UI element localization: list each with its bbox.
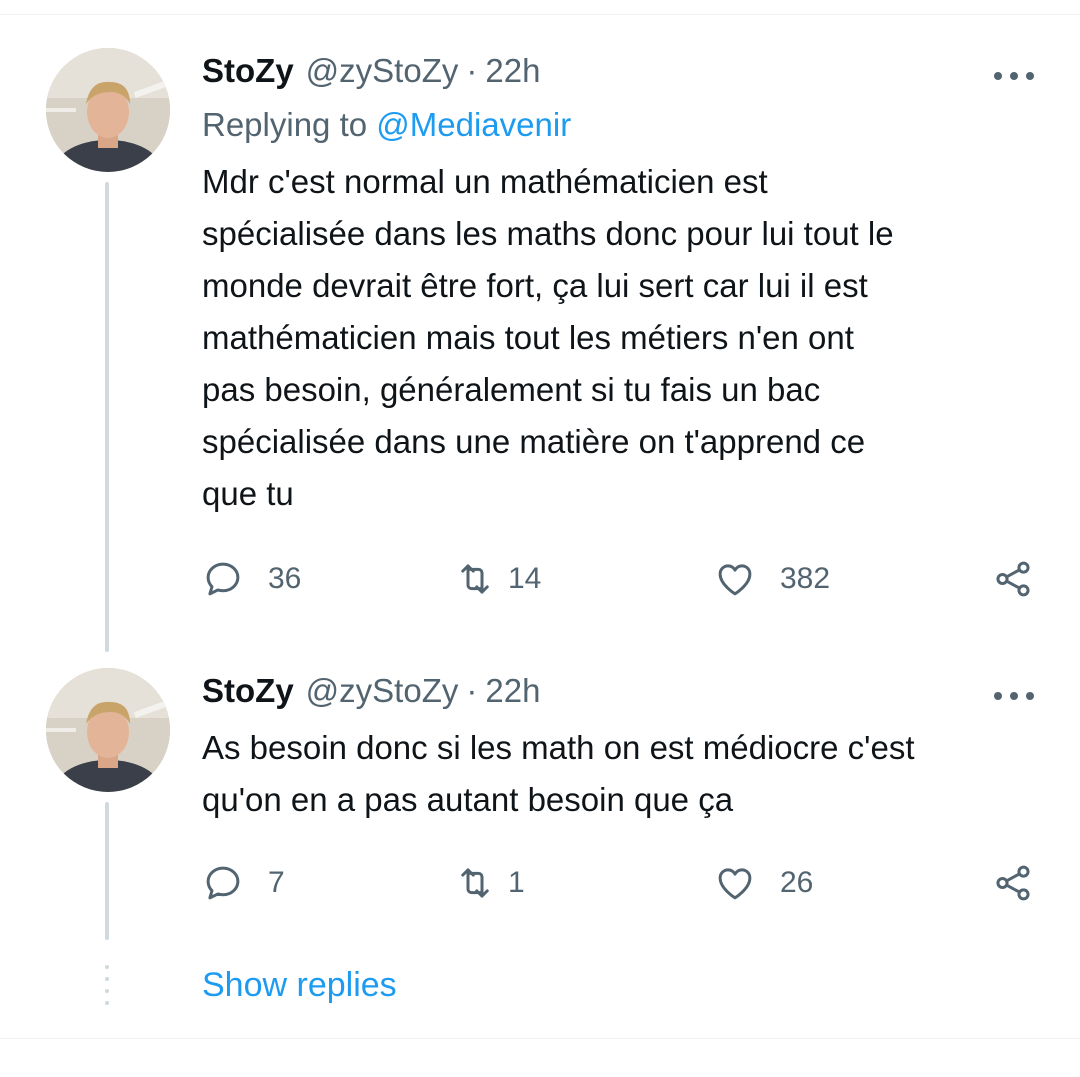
retweet-icon — [461, 564, 489, 594]
tweet-text-line: spécialisée dans une matière on t'appren… — [202, 423, 866, 460]
tweet-text-line: mathématicien mais tout les métiers n'en… — [202, 319, 854, 356]
tweet-text-line: pas besoin, généralement si tu fais un b… — [202, 371, 821, 408]
top-divider — [0, 14, 1080, 15]
reply-button[interactable]: 36 — [202, 558, 301, 600]
retweet-button[interactable]: 14 — [454, 558, 541, 600]
tweet-text-line: spécialisée dans les maths donc pour lui… — [202, 215, 894, 252]
heart-icon — [718, 564, 752, 596]
retweet-button[interactable]: 1 — [454, 862, 525, 904]
show-replies-link[interactable]: Show replies — [202, 966, 397, 1005]
more-icon[interactable] — [994, 66, 1034, 86]
tweet[interactable]: StoZy @zyStoZy · 22h Replying to @Mediav… — [202, 52, 1042, 597]
replying-to: Replying to @Mediavenir — [202, 106, 1042, 152]
display-name[interactable]: StoZy — [202, 672, 294, 710]
tweet-text-line: monde devrait être fort, ça lui sert car… — [202, 267, 868, 304]
timestamp[interactable]: 22h — [485, 672, 540, 710]
share-button[interactable] — [992, 862, 1034, 904]
share-icon — [996, 561, 1030, 597]
mention-link[interactable]: @Mediavenir — [376, 106, 571, 143]
reply-icon — [206, 866, 240, 900]
display-name[interactable]: StoZy — [202, 52, 294, 90]
share-icon — [996, 865, 1030, 901]
thread-line — [105, 802, 109, 940]
reply-count: 36 — [268, 562, 302, 595]
thread-dots — [105, 965, 109, 1013]
reply-button[interactable]: 7 — [202, 862, 285, 904]
avatar[interactable] — [46, 668, 170, 792]
like-button[interactable]: 26 — [714, 862, 813, 904]
retweet-count: 14 — [508, 562, 542, 595]
avatar[interactable] — [46, 48, 170, 172]
like-button[interactable]: 382 — [714, 558, 830, 600]
tweet-text-line: Mdr c'est normal un mathématicien est — [202, 163, 768, 200]
reply-icon — [206, 562, 240, 596]
retweet-icon — [461, 868, 489, 898]
user-handle[interactable]: @zyStoZy — [306, 52, 459, 90]
tweet-header: StoZy @zyStoZy · 22h — [202, 52, 1042, 96]
separator: · — [466, 672, 478, 709]
tweet[interactable]: StoZy @zyStoZy · 22h As besoin donc si l… — [202, 672, 1042, 901]
tweet-header: StoZy @zyStoZy · 22h — [202, 672, 1042, 716]
timestamp[interactable]: 22h — [485, 52, 540, 90]
reply-count: 7 — [268, 866, 285, 899]
bottom-divider — [0, 1038, 1080, 1039]
tweet-text-line: que tu — [202, 475, 294, 512]
more-icon[interactable] — [994, 686, 1034, 706]
retweet-count: 1 — [508, 866, 525, 899]
thread-line — [105, 182, 109, 652]
tweet-actions: 7 1 26 — [202, 862, 1042, 912]
tweet-text: Mdr c'est normal un mathématicien est sp… — [202, 156, 1042, 520]
like-count: 382 — [780, 562, 831, 595]
tweet-actions: 36 14 382 — [202, 558, 1042, 608]
replying-label: Replying to — [202, 106, 368, 143]
user-handle[interactable]: @zyStoZy — [306, 672, 459, 710]
tweet-text: As besoin donc si les math on est médioc… — [202, 722, 1042, 826]
like-count: 26 — [780, 866, 814, 899]
heart-icon — [718, 868, 752, 900]
separator: · — [466, 52, 478, 89]
tweet-text-line: As besoin donc si les math on est médioc… — [202, 729, 915, 766]
share-button[interactable] — [992, 558, 1034, 600]
tweet-text-line: qu'on en a pas autant besoin que ça — [202, 781, 734, 818]
